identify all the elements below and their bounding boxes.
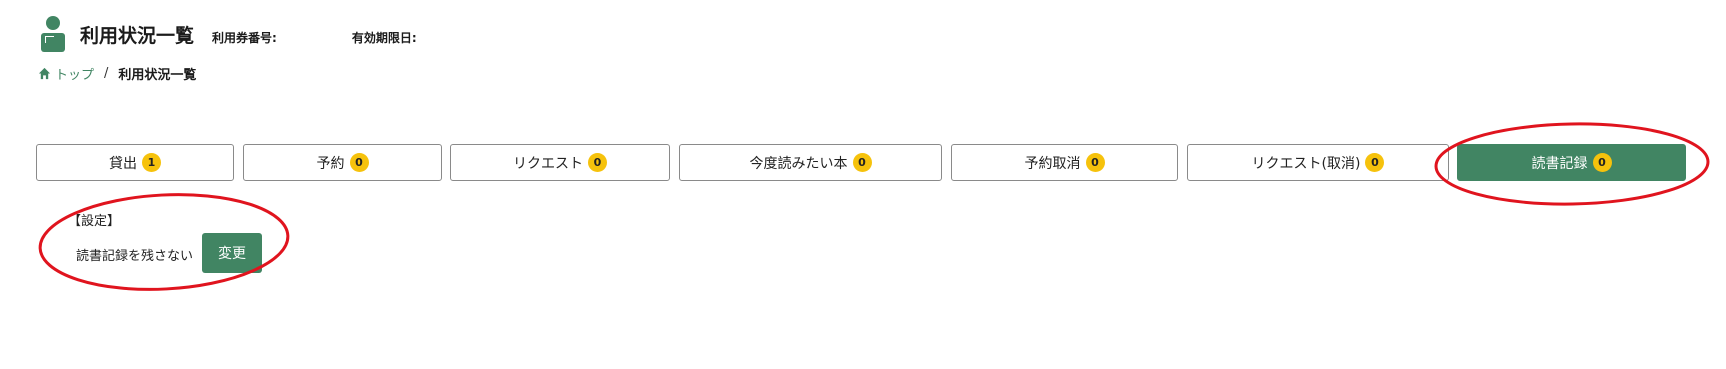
count-badge: 0 bbox=[1592, 153, 1612, 172]
annotation-overlay bbox=[38, 122, 1710, 291]
tab-label: 貸出 bbox=[109, 155, 137, 172]
tab-label: リクエスト(取消) bbox=[1251, 155, 1361, 172]
count-badge: 1 bbox=[142, 153, 161, 172]
tab-want-to-read[interactable]: 今度読みたい本 0 bbox=[679, 144, 942, 181]
page-title: 利用状況一覧 bbox=[80, 24, 195, 47]
tab-label: 読書記録 bbox=[1531, 155, 1588, 172]
tab-label: 予約取消 bbox=[1024, 155, 1081, 172]
breadcrumb: トップ / 利用状況一覧 bbox=[38, 64, 196, 83]
tab-label: 予約 bbox=[316, 155, 345, 172]
tab-request[interactable]: リクエスト 0 bbox=[450, 144, 670, 181]
count-badge: 0 bbox=[852, 153, 872, 172]
page-header: 利用状況一覧 利用券番号: 有効期限日: bbox=[40, 14, 417, 54]
breadcrumb-current: 利用状況一覧 bbox=[118, 68, 197, 83]
count-badge: 0 bbox=[349, 153, 369, 172]
tab-reservation[interactable]: 予約 0 bbox=[243, 144, 442, 181]
count-badge: 0 bbox=[1085, 153, 1105, 172]
tab-lending[interactable]: 貸出 1 bbox=[36, 144, 234, 181]
tab-request-cancel[interactable]: リクエスト(取消) 0 bbox=[1187, 144, 1449, 181]
count-badge: 0 bbox=[1365, 153, 1385, 172]
expiry-label: 有効期限日: bbox=[351, 30, 417, 45]
breadcrumb-top-link[interactable]: トップ bbox=[55, 64, 94, 83]
tab-reading-record[interactable]: 読書記録 0 bbox=[1457, 144, 1686, 181]
user-card-icon bbox=[40, 16, 66, 52]
count-badge: 0 bbox=[588, 153, 607, 172]
breadcrumb-separator: / bbox=[104, 66, 109, 81]
settings-title: 【設定】 bbox=[68, 214, 121, 229]
tab-label: 今度読みたい本 bbox=[749, 155, 848, 172]
card-number-label: 利用券番号: bbox=[212, 30, 277, 45]
change-button[interactable]: 変更 bbox=[202, 233, 262, 273]
home-icon[interactable] bbox=[38, 67, 51, 80]
tab-reservation-cancel[interactable]: 予約取消 0 bbox=[951, 144, 1178, 181]
reading-record-setting-value: 読書記録を残さない bbox=[76, 249, 194, 264]
tab-label: リクエスト bbox=[513, 155, 583, 172]
